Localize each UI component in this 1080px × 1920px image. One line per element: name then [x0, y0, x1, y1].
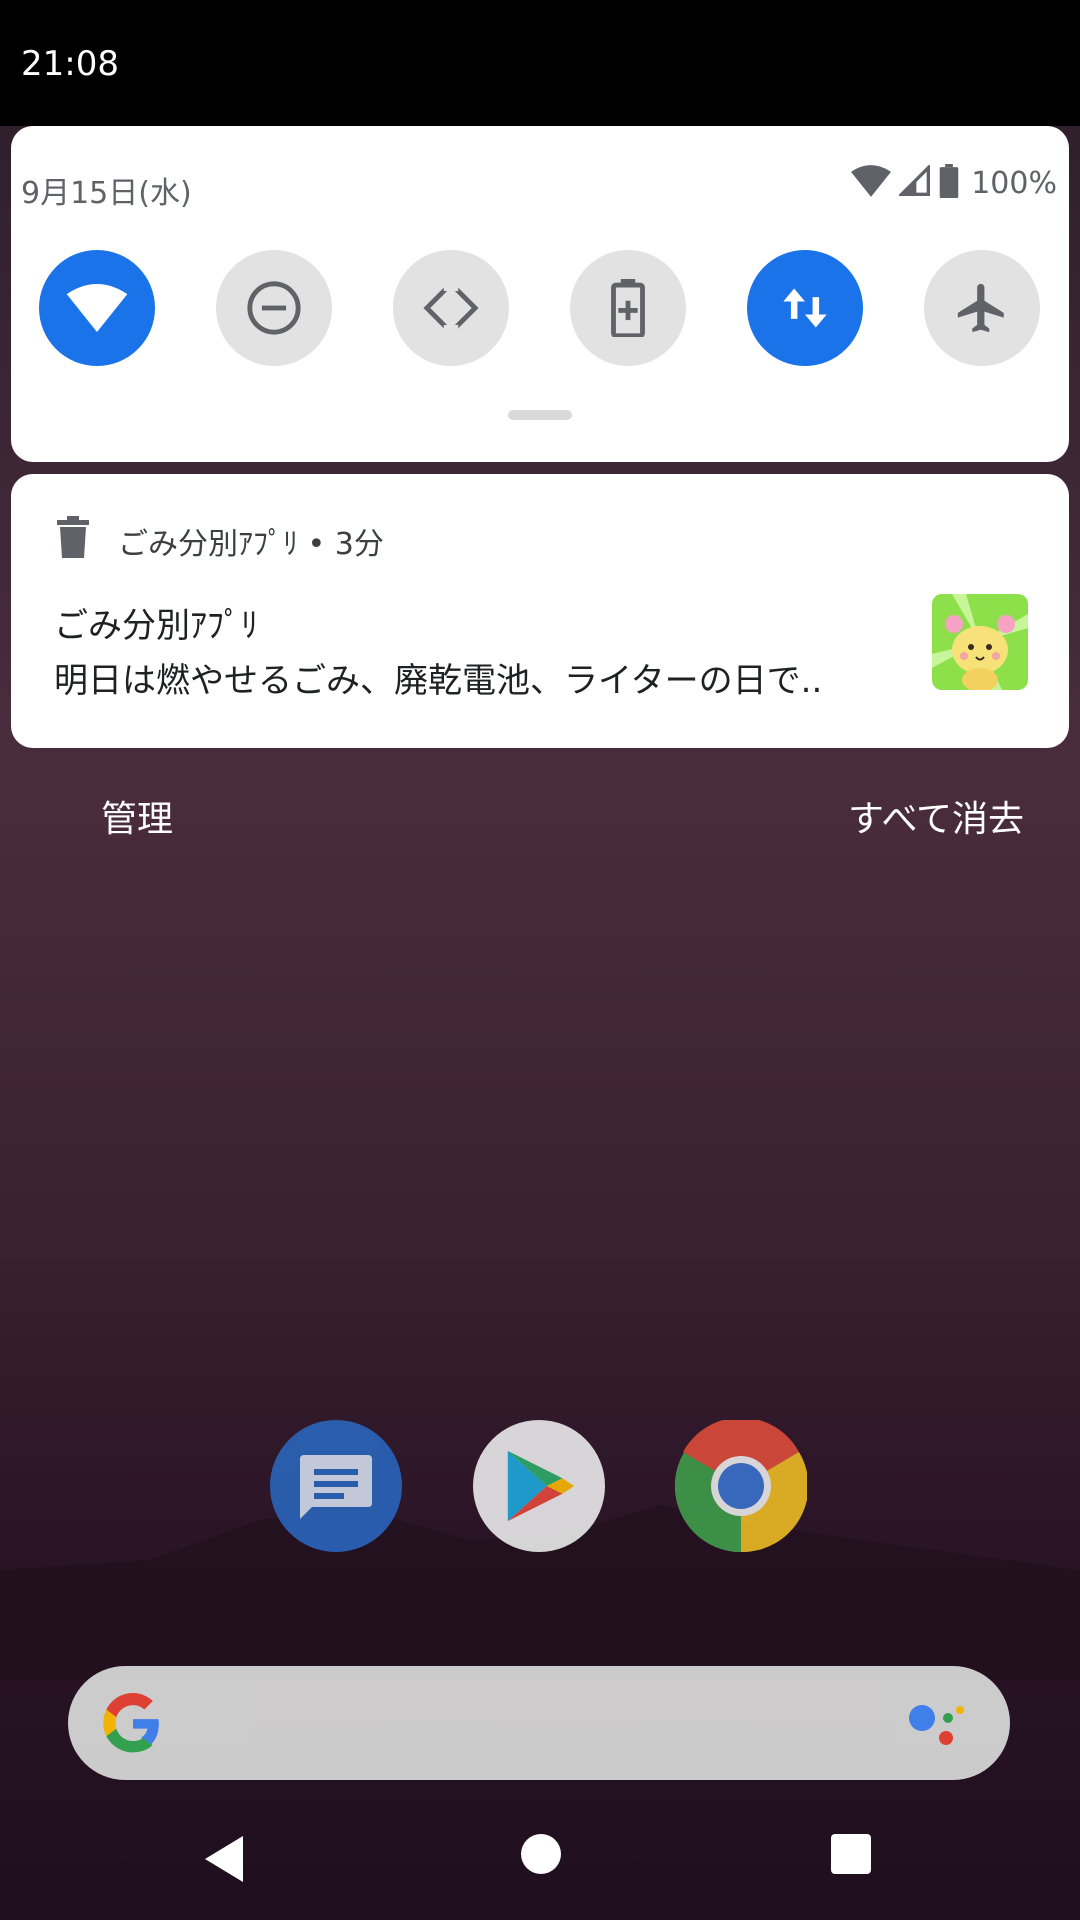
messages-app-icon[interactable] [270, 1420, 402, 1552]
mobile-data-icon [783, 288, 827, 328]
navigation-bar [0, 1800, 1080, 1920]
tile-mobile-data[interactable] [747, 250, 863, 366]
quick-settings-tiles [11, 250, 1069, 370]
tile-auto-rotate[interactable] [393, 250, 509, 366]
wifi-icon [66, 284, 128, 332]
auto-rotate-icon [423, 279, 479, 337]
qs-date[interactable]: 9月15日(水) [21, 168, 192, 212]
manage-button[interactable]: 管理 [101, 790, 173, 842]
chrome-app-icon[interactable] [675, 1420, 807, 1552]
battery-percent: 100% [971, 165, 1057, 201]
battery-saver-icon [611, 279, 645, 337]
notification-card[interactable]: ごみ分別ｱﾌﾟﾘ • 3分 ごみ分別ｱﾌﾟﾘ 明日は燃やせるごみ、廃乾電池、ライ… [11, 474, 1069, 748]
do-not-disturb-icon [247, 281, 301, 335]
google-logo-icon [103, 1693, 159, 1753]
tile-battery-saver[interactable] [570, 250, 686, 366]
clear-all-button[interactable]: すべて消去 [848, 790, 1024, 842]
qs-status-icons: 100% [851, 163, 1057, 202]
status-clock: 21:08 [21, 44, 119, 84]
notification-title: ごみ分別ｱﾌﾟﾘ [54, 606, 258, 646]
status-bar: 21:08 [0, 0, 1080, 126]
tile-airplane-mode[interactable] [924, 250, 1040, 366]
google-assistant-icon [909, 1705, 964, 1745]
notification-header: ごみ分別ｱﾌﾟﾘ • 3分 [118, 527, 384, 562]
expand-handle[interactable] [508, 410, 572, 420]
battery-icon [939, 164, 959, 202]
quick-settings-panel: 9月15日(水) 100% [11, 126, 1069, 462]
message-bubble-icon [300, 1455, 372, 1519]
google-search-bar[interactable] [68, 1666, 1010, 1780]
back-button[interactable] [203, 1834, 247, 1884]
airplane-icon [957, 283, 1004, 333]
trash-icon [57, 516, 89, 562]
home-button[interactable] [521, 1834, 561, 1874]
tile-wifi[interactable] [39, 250, 155, 366]
notification-text: 明日は燃やせるごみ、廃乾電池、ライターの日で.. [54, 661, 823, 701]
recents-button[interactable] [831, 1834, 871, 1874]
chrome-logo-icon [675, 1420, 807, 1552]
cell-signal-icon [897, 163, 931, 201]
tile-do-not-disturb[interactable] [216, 250, 332, 366]
play-triangle-icon [507, 1450, 575, 1522]
notification-thumbnail [932, 594, 1028, 690]
wifi-signal-icon [851, 165, 892, 201]
play-store-app-icon[interactable] [473, 1420, 605, 1552]
